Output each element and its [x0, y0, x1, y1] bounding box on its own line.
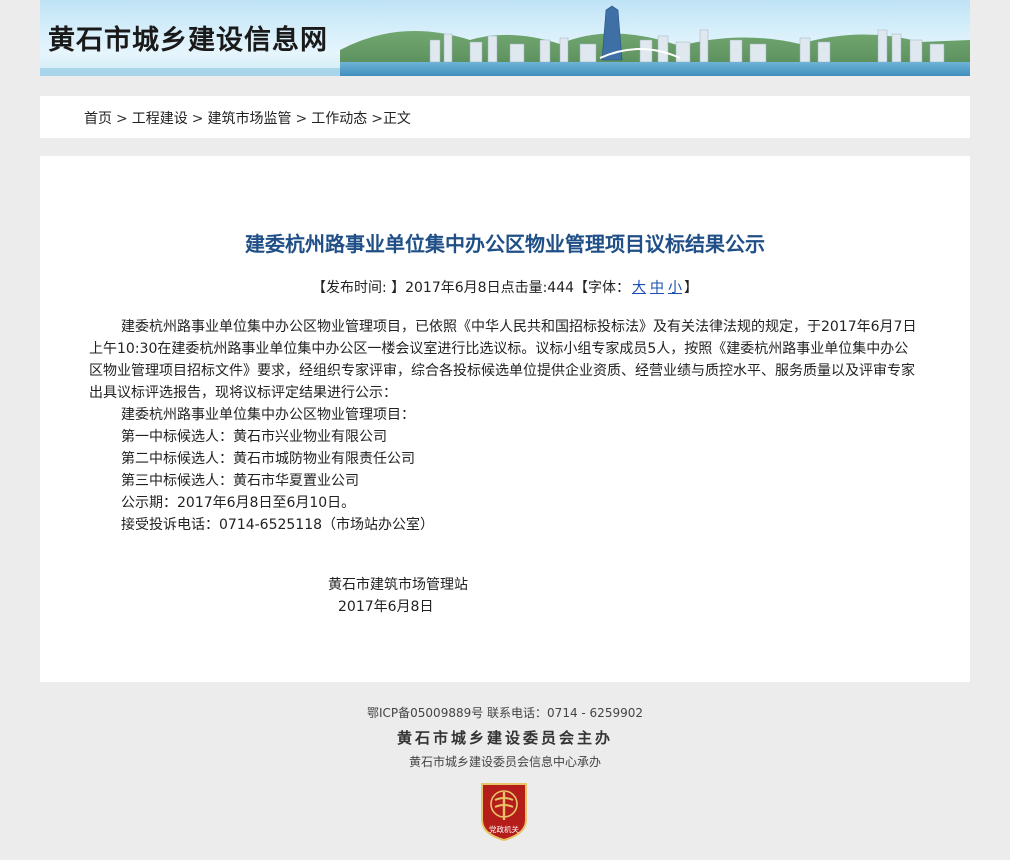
breadcrumb-separator: >: [295, 111, 308, 127]
article-line: 公示期：2017年6月8日至6月10日。: [121, 495, 356, 511]
breadcrumb-separator: >: [116, 111, 128, 127]
party-government-emblem-icon[interactable]: 党政机关: [478, 780, 530, 842]
article-line: 第一中标候选人：黄石市兴业物业有限公司: [121, 429, 387, 445]
breadcrumb-bar: 首页 > 工程建设 > 建筑市场监管 > 工作动态 >正文: [40, 96, 970, 138]
page: 黄石市城乡建设信息网 首页 > 工程建设 > 建筑市场监管 > 工作动态 >正文 建委杭州路事…: [0, 0, 1010, 860]
article-line: 第三中标候选人：黄石市华夏置业公司: [121, 473, 359, 489]
breadcrumb-separator: >: [191, 111, 204, 127]
article-paragraph: 建委杭州路事业单位集中办公区物业管理项目，已依照《中华人民共和国招标投标法》及有…: [89, 319, 917, 401]
click-count-label: 点击量:: [500, 280, 548, 296]
footer-icp: 鄂ICP备05009889号 联系电话：0714 - 6259902: [367, 706, 643, 720]
article-title: 建委杭州路事业单位集中办公区物业管理项目议标结果公示: [245, 232, 765, 256]
signature-date: 2017年6月8日: [338, 599, 434, 615]
breadcrumb-link-market-supervision[interactable]: 建筑市场监管: [207, 111, 291, 127]
breadcrumb-link-work-news[interactable]: 工作动态: [311, 111, 367, 127]
article-meta: 【发布时间: 】2017年6月8日点击量:444【字体：大中小】: [40, 277, 970, 297]
site-title[interactable]: 黄石市城乡建设信息网: [48, 18, 328, 57]
article-body: 建委杭州路事业单位集中办公区物业管理项目，已依照《中华人民共和国招标投标法》及有…: [89, 316, 919, 536]
font-size-large-link[interactable]: 大: [632, 280, 646, 296]
emblem-label: 党政机关: [489, 824, 519, 834]
footer-undertaker: 黄石市城乡建设委员会信息中心承办: [408, 755, 601, 769]
article-line: 建委杭州路事业单位集中办公区物业管理项目：: [121, 407, 415, 423]
font-size-medium-link[interactable]: 中: [650, 280, 664, 296]
signature-org: 黄石市建筑市场管理站: [328, 577, 468, 593]
font-size-label: 【字体：: [574, 280, 631, 296]
breadcrumb-current: 正文: [382, 111, 411, 127]
publish-time: 【发布时间: 】2017年6月8日: [311, 280, 501, 296]
article-line: 接受投诉电话：0714-6525118（市场站办公室）: [121, 517, 435, 533]
font-size-close: 】: [684, 280, 699, 296]
breadcrumb-link-engineering[interactable]: 工程建设: [132, 111, 188, 127]
article-panel: 建委杭州路事业单位集中办公区物业管理项目议标结果公示 【发布时间: 】2017年…: [40, 156, 970, 682]
breadcrumb-separator: >: [371, 111, 383, 127]
article-line: 第二中标候选人：黄石市城防物业有限责任公司: [121, 451, 415, 467]
footer-host: 黄石市城乡建设委员会主办: [396, 729, 613, 747]
font-size-small-link[interactable]: 小: [668, 280, 682, 296]
breadcrumb-link-home[interactable]: 首页: [84, 111, 112, 127]
site-banner: 黄石市城乡建设信息网: [40, 0, 970, 76]
breadcrumb: 首页 > 工程建设 > 建筑市场监管 > 工作动态 >正文: [84, 108, 411, 128]
click-count: 444: [547, 280, 575, 296]
